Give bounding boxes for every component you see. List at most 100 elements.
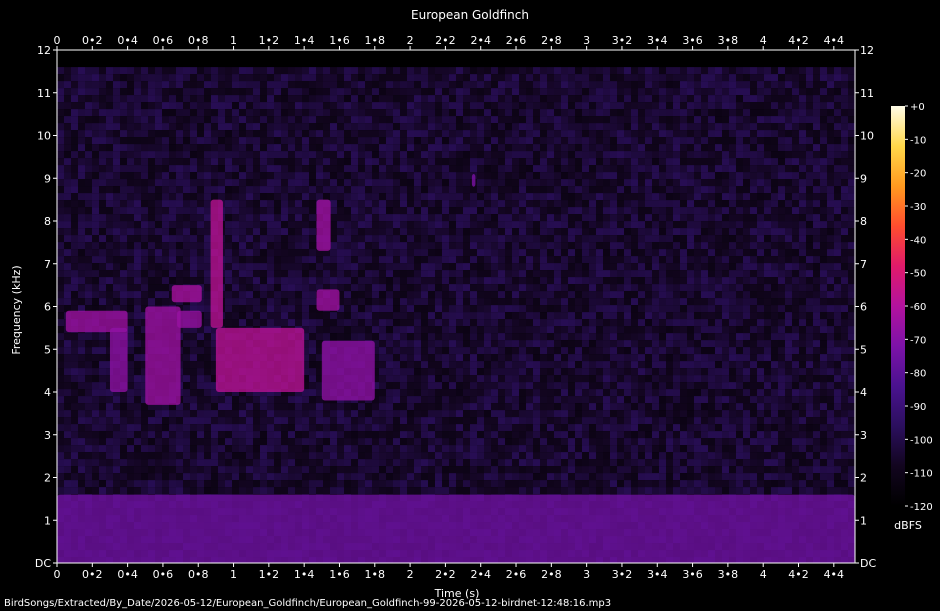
- x-tick-label-bottom: 0•8: [188, 568, 209, 581]
- y-tick-label-right: DC: [860, 557, 876, 570]
- y-tick-label-left: 10: [37, 130, 51, 143]
- x-tick-label-top: 0: [54, 34, 61, 47]
- x-tick-label-bottom: 2•2: [435, 568, 456, 581]
- y-tick-label-left: 2: [44, 472, 51, 485]
- x-tick-label-top: 3•4: [647, 34, 668, 47]
- y-tick-label-right: 6: [860, 301, 867, 314]
- x-tick-label-top: 3•2: [612, 34, 633, 47]
- signal-event-9: [321, 340, 375, 401]
- x-tick-label-top: 0•4: [117, 34, 138, 47]
- y-tick-label-right: 10: [860, 130, 874, 143]
- file-path-footer: BirdSongs/Extracted/By_Date/2026-05-12/E…: [4, 598, 611, 609]
- signal-event-10: [471, 173, 476, 187]
- x-tick-label-bottom: 0: [54, 568, 61, 581]
- colorbar-tick-label: -80: [910, 369, 926, 380]
- colorbar-tick-label: -70: [910, 335, 926, 346]
- x-tick-label-top: 2•8: [541, 34, 562, 47]
- colorbar-gradient: [891, 106, 905, 506]
- y-tick-label-right: 1: [860, 514, 867, 527]
- y-tick-label-right: 2: [860, 472, 867, 485]
- x-tick-label-bottom: 4•2: [788, 568, 809, 581]
- y-tick-label-left: 5: [44, 343, 51, 356]
- y-tick-label-left: 11: [37, 87, 51, 100]
- signal-event-6: [215, 327, 305, 392]
- plot-area: [57, 50, 855, 563]
- colorbar-tick-label: -60: [910, 302, 926, 313]
- x-tick-label-top: 4: [760, 34, 767, 47]
- x-tick-label-top: 3•8: [718, 34, 739, 47]
- x-tick-label-bottom: 0•2: [82, 568, 103, 581]
- colorbar-unit-label: dBFS: [894, 519, 922, 532]
- y-tick-label-left: 3: [44, 429, 51, 442]
- y-tick-label-left: 6: [44, 301, 51, 314]
- signal-event-4: [177, 310, 202, 328]
- y-tick-label-left: 7: [44, 258, 51, 271]
- spectrogram-chart: European Goldfinch 0 0 0•2 0•2 0•4 0•4 0•6 0•6 0…: [4, 8, 933, 609]
- signal-event-8: [316, 289, 340, 311]
- x-tick-label-bottom: 2: [407, 568, 414, 581]
- x-tick-label-bottom: 2•8: [541, 568, 562, 581]
- colorbar-tick-label: -90: [910, 402, 926, 413]
- colorbar-tick-label: +0: [910, 102, 925, 113]
- x-tick-label-top: 1•2: [259, 34, 280, 47]
- x-tick-label-bottom: 3•2: [612, 568, 633, 581]
- signal-event-2: [145, 306, 181, 405]
- colorbar-tick-label: -10: [910, 135, 926, 146]
- x-tick-label-top: 0•8: [188, 34, 209, 47]
- x-tick-label-top: 1•8: [365, 34, 386, 47]
- signal-event-1: [109, 327, 128, 392]
- x-tick-label-bottom: 3•6: [682, 568, 703, 581]
- y-tick-label-right: 9: [860, 172, 867, 185]
- colorbar-tick-label: -120: [910, 502, 933, 513]
- colorbar-tick-label: -50: [910, 269, 926, 280]
- y-tick-label-left: 8: [44, 215, 51, 228]
- x-tick-label-bottom: 1•2: [259, 568, 280, 581]
- x-tick-label-bottom: 4: [760, 568, 767, 581]
- x-tick-label-bottom: 1•8: [365, 568, 386, 581]
- y-tick-label-right: 3: [860, 429, 867, 442]
- x-tick-label-bottom: 0•6: [153, 568, 174, 581]
- x-tick-label-bottom: 2•6: [506, 568, 527, 581]
- signal-event-11: [57, 494, 855, 563]
- colorbar-tick-label: -40: [910, 235, 926, 246]
- x-tick-label-bottom: 2•4: [470, 568, 491, 581]
- x-tick-label-top: 1•6: [329, 34, 350, 47]
- x-tick-label-bottom: 3•4: [647, 568, 668, 581]
- x-tick-label-top: 2: [407, 34, 414, 47]
- y-tick-label-right: 7: [860, 258, 867, 271]
- x-tick-label-top: 3•6: [682, 34, 703, 47]
- y-tick-label-right: 12: [860, 44, 874, 57]
- signal-event-7: [316, 199, 331, 251]
- y-tick-label-left: 4: [44, 386, 51, 399]
- x-tick-label-top: 2•4: [470, 34, 491, 47]
- x-tick-label-top: 1: [230, 34, 237, 47]
- x-tick-label-top: 2•6: [506, 34, 527, 47]
- x-tick-label-top: 4•2: [788, 34, 809, 47]
- x-tick-label-top: 3: [583, 34, 590, 47]
- y-tick-label-left: 9: [44, 172, 51, 185]
- y-tick-label-right: 4: [860, 386, 867, 399]
- x-tick-label-top: 0•2: [82, 34, 103, 47]
- x-tick-label-bottom: 1•4: [294, 568, 315, 581]
- x-tick-label-bottom: 3•8: [718, 568, 739, 581]
- x-tick-label-top: 2•2: [435, 34, 456, 47]
- y-tick-label-right: 8: [860, 215, 867, 228]
- y-tick-label-right: 5: [860, 343, 867, 356]
- signal-event-3: [171, 285, 202, 303]
- y-tick-label-left: 1: [44, 514, 51, 527]
- y-tick-label-left: 12: [37, 44, 51, 57]
- y-tick-label-right: 11: [860, 87, 874, 100]
- x-tick-label-bottom: 4•4: [824, 568, 845, 581]
- colorbar-tick-label: -30: [910, 202, 926, 213]
- x-tick-label-top: 0•6: [153, 34, 174, 47]
- colorbar-tick-label: -100: [910, 435, 933, 446]
- colorbar-tick-label: -110: [910, 469, 933, 480]
- chart-title: European Goldfinch: [411, 8, 529, 22]
- spectrogram-root: European Goldfinch 0 0 0•2 0•2 0•4 0•4 0•6 0•6 0…: [0, 0, 940, 611]
- x-tick-label-top: 4•4: [824, 34, 845, 47]
- x-tick-label-bottom: 1: [230, 568, 237, 581]
- y-tick-label-left: DC: [35, 557, 51, 570]
- colorbar-tick-label: -20: [910, 169, 926, 180]
- x-tick-label-bottom: 3: [583, 568, 590, 581]
- colorbar: +0 -10 -20 -30 -40 -50 -60 -70 -80 -90 -100 -110 -12…: [891, 102, 933, 513]
